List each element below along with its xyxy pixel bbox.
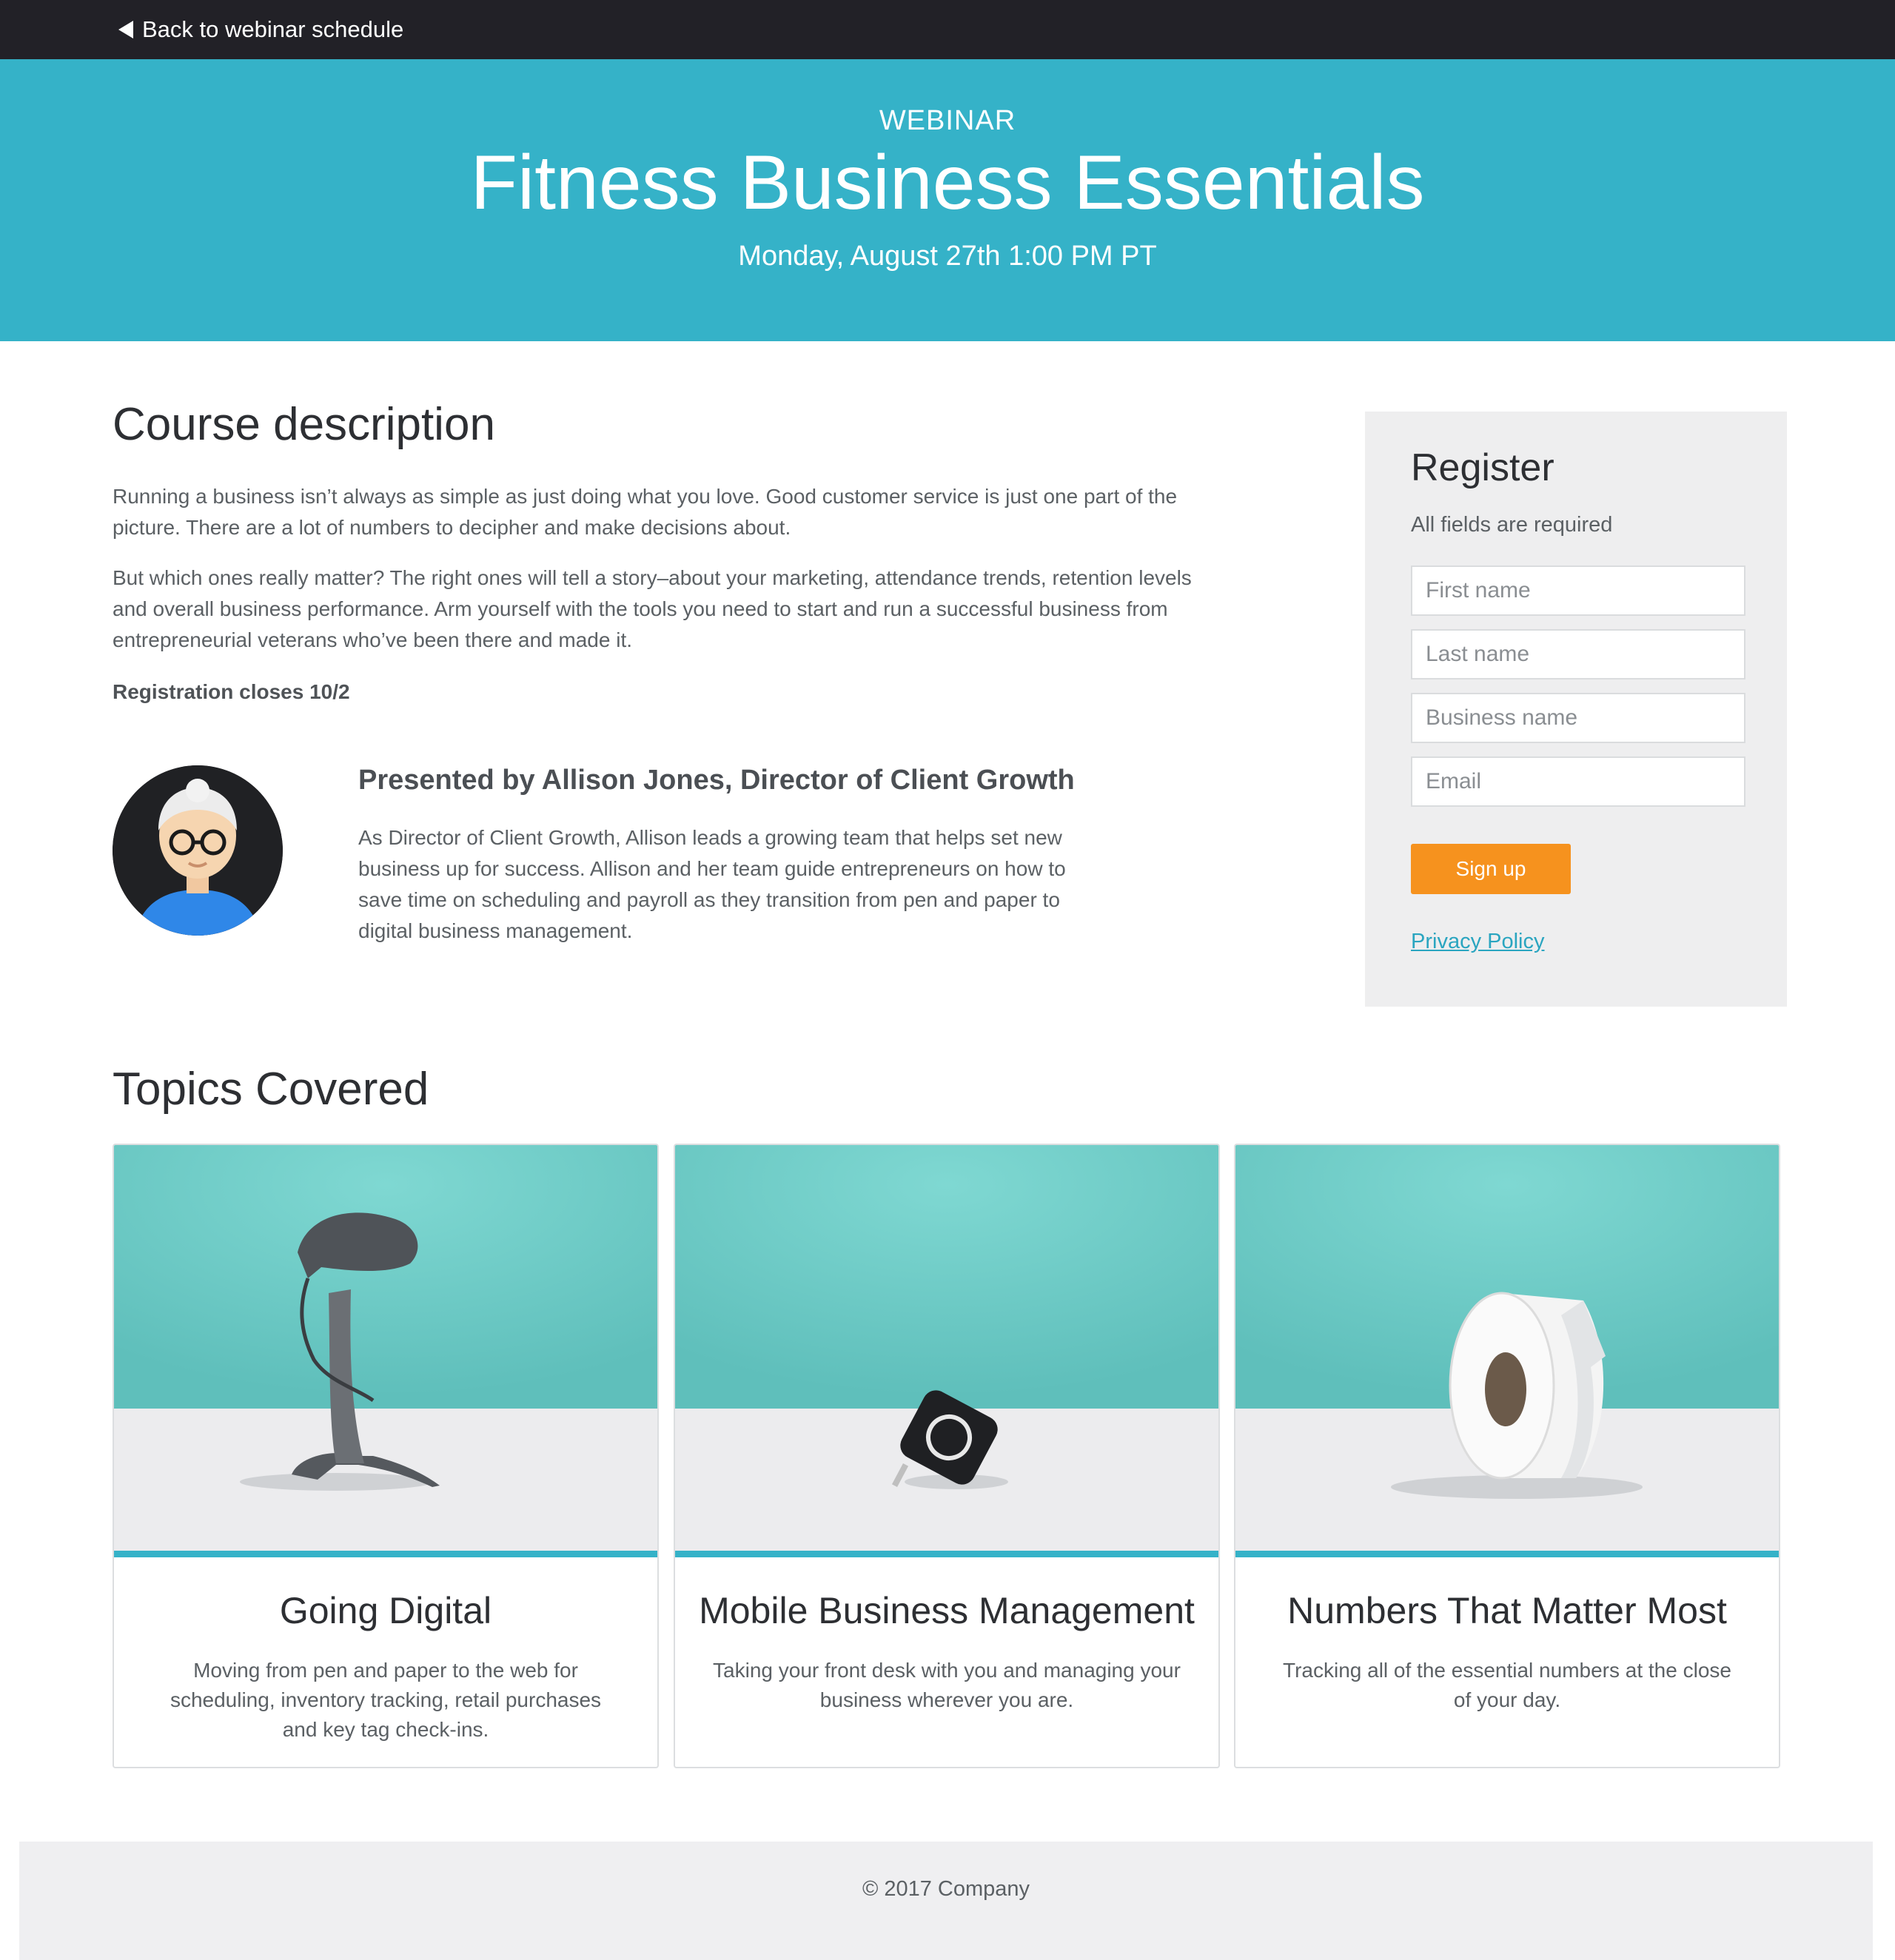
page-footer: © 2017 Company bbox=[19, 1842, 1873, 1960]
card-title: Going Digital bbox=[279, 1590, 492, 1631]
presenter-bio: As Director of Client Growth, Allison le… bbox=[358, 826, 1066, 942]
topic-card-going-digital: Going Digital Moving from pen and paper … bbox=[113, 1144, 659, 1768]
webinar-date: Monday, August 27th 1:00 PM PT bbox=[738, 241, 1157, 272]
card-title: Mobile Business Management bbox=[699, 1590, 1195, 1631]
copyright-text: © 2017 Company bbox=[862, 1877, 1030, 1901]
privacy-policy-link[interactable]: Privacy Policy bbox=[1411, 930, 1545, 954]
card-description: Moving from pen and paper to the web for… bbox=[170, 1659, 602, 1741]
woman-avatar-icon bbox=[113, 765, 283, 936]
registration-closes: Registration closes 10/2 bbox=[113, 680, 350, 703]
presenter-avatar bbox=[113, 765, 283, 936]
back-to-schedule-link[interactable]: Back to webinar schedule bbox=[118, 15, 403, 44]
presenter-title: Presented by Allison Jones, Director of … bbox=[358, 765, 1075, 796]
card-title: Numbers That Matter Most bbox=[1287, 1590, 1727, 1631]
course-description-heading: Course description bbox=[113, 399, 495, 450]
card-description: Tracking all of the essential numbers at… bbox=[1283, 1659, 1731, 1711]
required-note: All fields are required bbox=[1411, 513, 1613, 537]
card-description: Taking your front desk with you and mana… bbox=[713, 1659, 1181, 1711]
barcode-scanner-icon bbox=[114, 1145, 657, 1551]
back-arrow-icon bbox=[118, 21, 133, 38]
hero-kicker: WEBINAR bbox=[879, 105, 1016, 136]
card-accent-bar bbox=[114, 1551, 657, 1557]
topic-card-numbers: Numbers That Matter Most Tracking all of… bbox=[1234, 1144, 1780, 1768]
sign-up-button[interactable]: Sign up bbox=[1411, 844, 1571, 894]
top-nav-bar: Back to webinar schedule bbox=[0, 0, 1895, 59]
hero-banner: WEBINAR Fitness Business Essentials Mond… bbox=[0, 59, 1895, 341]
card-reader-icon bbox=[675, 1145, 1218, 1551]
card-accent-bar bbox=[675, 1551, 1218, 1557]
business-name-field[interactable] bbox=[1411, 693, 1745, 743]
email-field[interactable] bbox=[1411, 756, 1745, 807]
receipt-roll-icon bbox=[1235, 1145, 1779, 1551]
last-name-field[interactable] bbox=[1411, 629, 1745, 679]
course-paragraph-2: But which ones really matter? The right … bbox=[113, 566, 1192, 651]
first-name-field[interactable] bbox=[1411, 565, 1745, 616]
course-paragraph-1: Running a business isn’t always as simpl… bbox=[113, 485, 1178, 539]
back-link-label: Back to webinar schedule bbox=[142, 16, 404, 42]
register-form: Register All fields are required Sign up… bbox=[1365, 412, 1787, 1007]
page-title: Fitness Business Essentials bbox=[470, 140, 1425, 226]
card-accent-bar bbox=[1235, 1551, 1779, 1557]
topics-heading: Topics Covered bbox=[113, 1064, 429, 1115]
topic-card-mobile-business: Mobile Business Management Taking your f… bbox=[674, 1144, 1220, 1768]
register-title: Register bbox=[1411, 446, 1554, 489]
